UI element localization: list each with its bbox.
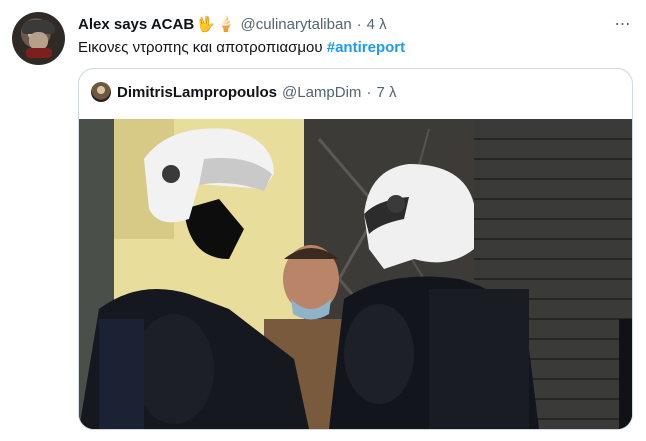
author-handle[interactable]: @culinarytaliban xyxy=(241,16,352,33)
quoted-tweet-header: DimitrisLampropoulos @LampDim · 7 λ xyxy=(91,81,396,103)
tweet-timestamp[interactable]: 4 λ xyxy=(367,16,387,33)
avatar-band xyxy=(26,48,52,58)
quoted-tweet[interactable]: DimitrisLampropoulos @LampDim · 7 λ xyxy=(78,68,633,430)
quoted-author-avatar[interactable] xyxy=(91,82,111,102)
police-photo-illustration xyxy=(79,119,632,429)
separator-dot: · xyxy=(356,15,362,33)
quoted-author-handle[interactable]: @LampDim xyxy=(282,84,361,101)
tweet[interactable]: Alex says ACAB 🖖 🍦 @culinarytaliban · 4 … xyxy=(0,0,646,441)
tweet-header: Alex says ACAB 🖖 🍦 @culinarytaliban · 4 … xyxy=(78,13,387,35)
author-name[interactable]: Alex says ACAB xyxy=(78,16,194,33)
quoted-tweet-timestamp[interactable]: 7 λ xyxy=(376,84,396,101)
tweet-text: Εικονες ντροπης και αποτροπιασμου #antir… xyxy=(78,38,405,58)
hashtag-link[interactable]: #antireport xyxy=(327,39,405,56)
ice-cream-emoji-icon: 🍦 xyxy=(216,16,236,33)
quoted-separator-dot: · xyxy=(366,83,372,101)
quoted-author-name[interactable]: DimitrisLampropoulos xyxy=(117,84,277,101)
author-avatar[interactable] xyxy=(12,12,65,65)
quoted-tweet-photo[interactable] xyxy=(79,119,632,429)
tweet-body: Εικονες ντροπης και αποτροπιασμου xyxy=(78,39,323,56)
more-options-icon[interactable]: ⋯ xyxy=(610,13,634,35)
vulcan-salute-emoji-icon: 🖖 xyxy=(196,16,215,33)
